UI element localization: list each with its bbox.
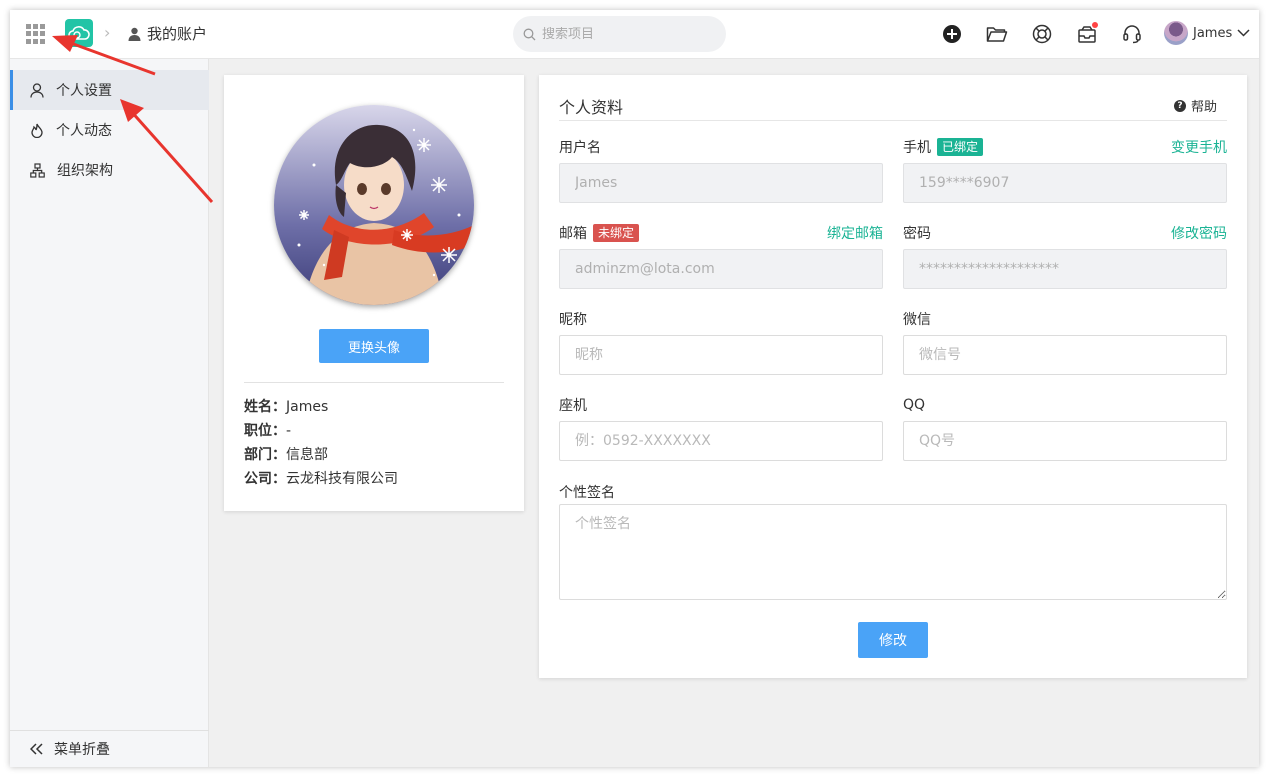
add-icon[interactable] xyxy=(940,22,964,46)
search-box[interactable] xyxy=(513,16,726,52)
profile-info-row: 姓名：James xyxy=(244,395,398,419)
sidebar-item-org-structure[interactable]: 组织架构 xyxy=(10,150,209,190)
divider xyxy=(244,382,504,383)
sidebar-item-label: 个人设置 xyxy=(56,83,112,99)
info-value: 信息部 xyxy=(286,447,328,463)
username-field-group: 用户名 xyxy=(559,137,883,203)
profile-avatar[interactable] xyxy=(274,105,474,305)
username-label: 用户名 xyxy=(559,140,601,156)
search-icon xyxy=(523,28,536,40)
wechat-field[interactable] xyxy=(903,335,1227,375)
cloud-logo-icon[interactable] xyxy=(65,19,93,47)
profile-info-row: 职位：- xyxy=(244,419,398,443)
top-bar: › 我的账户 搜索项目 James xyxy=(10,10,1259,59)
submit-button[interactable]: 修改 xyxy=(858,622,928,658)
apps-grid-icon[interactable] xyxy=(26,24,46,44)
notification-dot xyxy=(1092,22,1098,28)
sidebar-item-label: 个人动态 xyxy=(56,123,112,139)
qq-field[interactable] xyxy=(903,421,1227,461)
landline-field[interactable] xyxy=(559,421,883,461)
user-icon xyxy=(30,82,44,98)
help-link[interactable]: ? 帮助 xyxy=(1173,96,1217,115)
landline-field-group: 座机 xyxy=(559,395,883,461)
info-key: 公司： xyxy=(244,471,286,487)
chevron-down-icon xyxy=(1237,29,1250,37)
qq-field-group: QQ xyxy=(903,395,1227,461)
phone-field xyxy=(903,163,1227,203)
qq-label: QQ xyxy=(903,397,926,413)
email-field-group: 邮箱 未绑定 绑定邮箱 xyxy=(559,223,883,289)
sidebar-item-personal-activity[interactable]: 个人动态 xyxy=(10,110,209,150)
collapse-menu-button[interactable]: 菜单折叠 xyxy=(10,730,209,767)
toolbar-icons xyxy=(940,22,1144,46)
user-name: James xyxy=(1193,25,1233,41)
username-field xyxy=(559,163,883,203)
info-key: 姓名： xyxy=(244,399,286,415)
info-value: - xyxy=(286,423,292,439)
help-label: 帮助 xyxy=(1190,100,1217,115)
user-menu[interactable]: James xyxy=(1164,21,1250,45)
avatar xyxy=(1164,21,1188,45)
headset-icon[interactable] xyxy=(1120,22,1144,46)
search-input[interactable] xyxy=(542,26,712,42)
profile-info: 姓名：James 职位：- 部门：信息部 公司：云龙科技有限公司 xyxy=(244,395,398,491)
app-window: › 我的账户 搜索项目 James 个人设置 个人动态 组织架构 菜单折叠 更换… xyxy=(10,10,1259,767)
wechat-label: 微信 xyxy=(903,312,931,328)
phone-field-group: 手机 已绑定 变更手机 xyxy=(903,137,1227,203)
change-password-link[interactable]: 修改密码 xyxy=(1171,223,1227,243)
collapse-label: 菜单折叠 xyxy=(54,742,110,758)
flame-icon xyxy=(31,123,43,138)
password-label: 密码 xyxy=(903,226,931,242)
info-value: 云龙科技有限公司 xyxy=(286,471,398,487)
info-value: James xyxy=(286,399,329,415)
signature-field[interactable] xyxy=(559,504,1227,600)
lifebuoy-icon[interactable] xyxy=(1030,22,1054,46)
profile-info-row: 公司：云龙科技有限公司 xyxy=(244,467,398,491)
divider xyxy=(559,120,1227,121)
double-chevron-left-icon xyxy=(30,743,43,755)
chevron-right-icon: › xyxy=(104,23,111,42)
nickname-label: 昵称 xyxy=(559,312,587,328)
form-title: 个人资料 xyxy=(559,98,624,117)
nickname-field-group: 昵称 xyxy=(559,309,883,375)
phone-label: 手机 xyxy=(903,140,931,156)
unbound-status-badge: 未绑定 xyxy=(593,224,640,242)
info-key: 职位： xyxy=(244,423,286,439)
bind-email-link[interactable]: 绑定邮箱 xyxy=(827,223,883,243)
question-icon: ? xyxy=(1173,99,1186,112)
email-label: 邮箱 xyxy=(559,226,587,242)
profile-info-row: 部门：信息部 xyxy=(244,443,398,467)
breadcrumb-title: 我的账户 xyxy=(147,25,208,43)
sidebar-item-label: 组织架构 xyxy=(57,163,113,179)
profile-card: 更换头像 姓名：James 职位：- 部门：信息部 公司：云龙科技有限公司 xyxy=(224,75,524,511)
change-avatar-button[interactable]: 更换头像 xyxy=(319,329,429,363)
signature-label: 个性签名 xyxy=(559,485,615,501)
org-chart-icon xyxy=(30,162,45,178)
landline-label: 座机 xyxy=(559,398,587,414)
user-icon xyxy=(128,27,141,41)
wechat-field-group: 微信 xyxy=(903,309,1227,375)
sidebar-item-personal-settings[interactable]: 个人设置 xyxy=(10,70,209,110)
inbox-icon[interactable] xyxy=(1075,22,1099,46)
password-field-group: 密码 修改密码 xyxy=(903,223,1227,289)
password-field xyxy=(903,249,1227,289)
breadcrumb: 我的账户 xyxy=(128,23,207,44)
change-phone-link[interactable]: 变更手机 xyxy=(1171,137,1227,157)
folder-icon[interactable] xyxy=(985,22,1009,46)
nickname-field[interactable] xyxy=(559,335,883,375)
sidebar-menu: 个人设置 个人动态 组织架构 xyxy=(10,70,209,190)
sidebar: 个人设置 个人动态 组织架构 菜单折叠 xyxy=(10,59,209,767)
email-field xyxy=(559,249,883,289)
profile-form-card: 个人资料 ? 帮助 用户名 手机 已绑定 变更手机 邮箱 未绑定 绑定邮箱 xyxy=(539,75,1247,678)
bound-status-badge: 已绑定 xyxy=(937,138,984,156)
info-key: 部门： xyxy=(244,447,286,463)
